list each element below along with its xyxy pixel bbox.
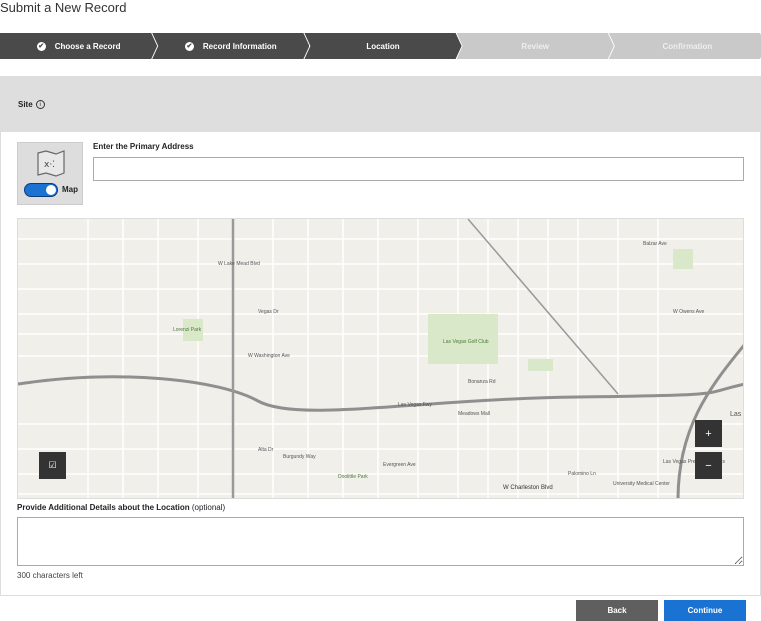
- progress-stepper: ✔ Choose a Record ✔ Record Information Loc…: [0, 33, 761, 59]
- step-record-information[interactable]: ✔ Record Information: [152, 33, 309, 59]
- map-label: W Charleston Blvd: [503, 485, 553, 491]
- page-title: Submit a New Record: [0, 0, 127, 15]
- step-location: Location: [304, 33, 461, 59]
- site-panel: Site i x·⁚ Map Enter the Primary Address …: [0, 76, 761, 596]
- map-label: University Medical Center: [613, 481, 670, 487]
- step-confirmation: Confirmation: [609, 33, 761, 59]
- chars-left: 300 characters left: [17, 571, 83, 580]
- map-label: Evergreen Ave: [383, 462, 416, 468]
- map-label: W Owens Ave: [673, 309, 705, 315]
- section-header: Site i: [1, 77, 760, 132]
- step-label: Review: [521, 41, 549, 51]
- details-label-text: Provide Additional Details about the Loc…: [17, 503, 190, 512]
- map-label: Bonanza Rd: [468, 379, 496, 385]
- map-view[interactable]: W Lake Mead Blvd Vegas Dr W Washington A…: [17, 218, 744, 499]
- map-roads: [18, 219, 743, 498]
- details-label: Provide Additional Details about the Loc…: [17, 503, 225, 512]
- map-toggle-switch[interactable]: [24, 183, 58, 197]
- primary-address-input[interactable]: [93, 157, 744, 181]
- map-label: Palomino Ln: [568, 471, 596, 477]
- location-details-textarea[interactable]: [17, 517, 744, 566]
- map-label: Las: [730, 411, 742, 418]
- map-label: Doolittle Park: [338, 474, 368, 480]
- step-label: Confirmation: [662, 41, 713, 51]
- map-label: Las Vegas Golf Club: [443, 339, 489, 345]
- map-label: W Washington Ave: [248, 353, 290, 359]
- step-choose-record[interactable]: ✔ Choose a Record: [0, 33, 157, 59]
- address-label: Enter the Primary Address: [93, 142, 194, 151]
- section-title: Site: [18, 100, 33, 109]
- map-label: Balzar Ave: [643, 241, 667, 247]
- step-review: Review: [457, 33, 614, 59]
- optional-tag: (optional): [191, 503, 226, 512]
- svg-text:x·⁚: x·⁚: [44, 160, 55, 170]
- map-label: W Lake Mead Blvd: [218, 261, 260, 267]
- zoom-out-button[interactable]: −: [695, 452, 722, 479]
- map-label: Vegas Dr: [258, 309, 279, 315]
- step-label: Record Information: [202, 41, 277, 51]
- map-label: Alta Dr: [258, 447, 274, 453]
- map-label: Las Vegas Fwy: [398, 402, 432, 408]
- continue-button[interactable]: Continue: [664, 600, 746, 621]
- map-icon: x·⁚: [37, 150, 65, 177]
- layers-button[interactable]: ☑: [39, 452, 66, 479]
- back-button[interactable]: Back: [576, 600, 658, 621]
- check-icon: ✔: [186, 43, 193, 50]
- map-toggle-label: Map: [62, 185, 78, 194]
- map-label: Burgundy Way: [283, 454, 316, 460]
- step-label: Choose a Record: [54, 41, 121, 51]
- check-icon: ✔: [38, 43, 45, 50]
- map-label: Lorenzi Park: [173, 327, 202, 333]
- zoom-in-button[interactable]: +: [695, 420, 722, 447]
- step-label: Location: [366, 41, 400, 51]
- info-circle-icon[interactable]: i: [35, 100, 45, 109]
- map-toggle-box: x·⁚ Map: [17, 142, 83, 205]
- map-label: Meadows Mall: [458, 411, 490, 417]
